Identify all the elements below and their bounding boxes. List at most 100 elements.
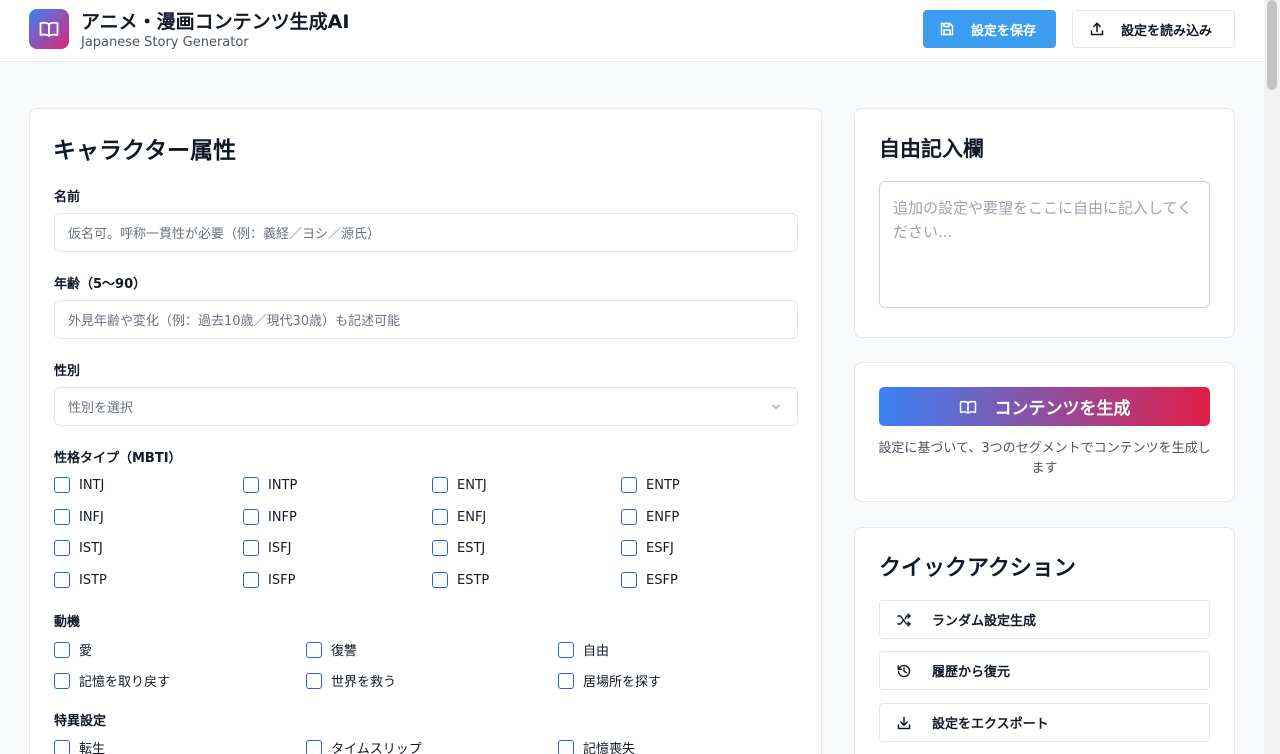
scrollbar-track[interactable] <box>1264 0 1280 754</box>
mbti-checkbox-istp[interactable]: ISTP <box>54 572 107 588</box>
mbti-option-label: ESFP <box>646 572 678 588</box>
checkbox[interactable] <box>306 672 322 689</box>
age-label: 年齢（5〜90） <box>54 277 147 292</box>
checkbox[interactable] <box>54 540 70 556</box>
restore-history-button[interactable]: 履歴から復元 <box>879 651 1210 690</box>
mbti-checkbox-enfj[interactable]: ENFJ <box>432 509 486 525</box>
checkbox[interactable] <box>243 572 259 588</box>
motive-checkbox-regain-memory[interactable]: 記憶を取り戻す <box>54 671 170 690</box>
mbti-checkbox-esfp[interactable]: ESFP <box>621 572 678 588</box>
name-label: 名前 <box>54 190 81 205</box>
mbti-option-label: ESFJ <box>646 540 674 556</box>
checkbox[interactable] <box>621 509 637 525</box>
special-option-label: タイムスリップ <box>331 742 422 754</box>
generate-content-button[interactable]: コンテンツを生成 <box>879 387 1210 426</box>
checkbox[interactable] <box>432 509 448 525</box>
checkbox[interactable] <box>243 477 259 493</box>
mbti-checkbox-isfp[interactable]: ISFP <box>243 572 295 588</box>
motive-checkbox-love[interactable]: 愛 <box>54 640 92 659</box>
motive-checkbox-freedom[interactable]: 自由 <box>558 640 609 659</box>
mbti-option-label: INFJ <box>79 509 104 525</box>
mbti-option-label: ISFJ <box>268 540 292 556</box>
special-checkbox-amnesia[interactable]: 記憶喪失 <box>558 738 635 754</box>
mbti-option-label: ENFP <box>646 509 680 525</box>
random-settings-label: ランダム設定生成 <box>932 614 1037 629</box>
checkbox[interactable] <box>54 739 70 754</box>
mbti-option-label: ENTJ <box>457 477 487 493</box>
generate-card <box>854 362 1235 502</box>
random-settings-button[interactable]: ランダム設定生成 <box>879 600 1210 639</box>
character-attributes-heading: キャラクター属性 <box>53 138 237 164</box>
save-settings-button[interactable]: 設定を保存 <box>923 10 1056 48</box>
checkbox[interactable] <box>54 641 70 658</box>
mbti-checkbox-esfj[interactable]: ESFJ <box>621 540 674 556</box>
mbti-option-label: ESTP <box>457 572 490 588</box>
mbti-label: 性格タイプ（MBTI） <box>54 451 182 466</box>
mbti-option-label: ESTJ <box>457 540 486 556</box>
checkbox[interactable] <box>432 572 448 588</box>
book-logo-icon <box>29 9 69 49</box>
checkbox[interactable] <box>621 477 637 493</box>
motive-option-label: 自由 <box>583 644 610 659</box>
mbti-checkbox-estj[interactable]: ESTJ <box>432 540 485 556</box>
motive-checkbox-save-world[interactable]: 世界を救う <box>306 671 396 690</box>
export-settings-button[interactable]: 設定をエクスポート <box>879 703 1210 742</box>
load-settings-button[interactable]: 設定を読み込み <box>1072 10 1235 48</box>
motive-checkbox-find-place[interactable]: 居場所を探す <box>558 671 661 690</box>
special-option-label: 記憶喪失 <box>583 742 636 754</box>
mbti-checkbox-intp[interactable]: INTP <box>243 477 297 493</box>
motive-option-label: 愛 <box>79 644 93 659</box>
checkbox[interactable] <box>54 572 70 588</box>
mbti-checkbox-enfp[interactable]: ENFP <box>621 509 679 525</box>
checkbox[interactable] <box>432 477 448 493</box>
motive-option-label: 記憶を取り戻す <box>79 675 171 690</box>
checkbox[interactable] <box>621 540 637 556</box>
free-text-heading: 自由記入欄 <box>879 137 984 161</box>
save-settings-label: 設定を保存 <box>971 23 1037 39</box>
free-text-area[interactable]: 追加の設定や要望をここに自由に記入してください... <box>879 181 1210 308</box>
history-icon <box>896 663 912 679</box>
special-option-label: 転生 <box>79 742 106 754</box>
app-header: アニメ・漫画コンテンツ生成AI Japanese Story Generator… <box>0 0 1264 62</box>
generate-description: 設定に基づいて、3つのセグメントでコンテンツを生成します <box>878 441 1211 476</box>
motive-option-label: 復讐 <box>331 644 358 659</box>
age-input[interactable]: 外見年齢や変化（例：過去10歳／現代30歳）も記述可能 <box>54 300 798 339</box>
scrollbar-thumb[interactable] <box>1267 0 1277 90</box>
checkbox[interactable] <box>54 672 70 689</box>
mbti-option-label: INFP <box>268 509 297 525</box>
mbti-checkbox-estp[interactable]: ESTP <box>432 572 489 588</box>
upload-icon <box>1089 21 1105 37</box>
checkbox[interactable] <box>54 477 70 493</box>
checkbox[interactable] <box>558 739 574 754</box>
special-checkbox-time-slip[interactable]: タイムスリップ <box>306 738 422 754</box>
checkbox[interactable] <box>558 641 574 658</box>
checkbox[interactable] <box>54 509 70 525</box>
checkbox[interactable] <box>558 672 574 689</box>
book-open-icon <box>959 400 977 414</box>
mbti-option-label: ISFP <box>268 572 296 588</box>
checkbox[interactable] <box>243 509 259 525</box>
mbti-option-label: ENFJ <box>457 509 487 525</box>
save-icon <box>939 21 955 37</box>
checkbox[interactable] <box>621 572 637 588</box>
gender-select[interactable]: 性別を選択 <box>54 387 798 426</box>
mbti-checkbox-infp[interactable]: INFP <box>243 509 297 525</box>
checkbox[interactable] <box>306 641 322 658</box>
checkbox[interactable] <box>306 739 322 754</box>
checkbox[interactable] <box>243 540 259 556</box>
name-input[interactable]: 仮名可。呼称一貫性が必要（例：義経／ヨシ／源氏） <box>54 213 798 252</box>
motive-option-label: 世界を救う <box>331 675 397 690</box>
mbti-checkbox-istj[interactable]: ISTJ <box>54 540 103 556</box>
mbti-checkbox-entj[interactable]: ENTJ <box>432 477 487 493</box>
character-attributes-card <box>29 108 822 754</box>
motive-option-label: 居場所を探す <box>583 675 662 690</box>
mbti-checkbox-isfj[interactable]: ISFJ <box>243 540 291 556</box>
mbti-checkbox-intj[interactable]: INTJ <box>54 477 104 493</box>
mbti-checkbox-entp[interactable]: ENTP <box>621 477 680 493</box>
special-checkbox-reincarnation[interactable]: 転生 <box>54 738 105 754</box>
mbti-checkbox-infj[interactable]: INFJ <box>54 509 104 525</box>
checkbox[interactable] <box>432 540 448 556</box>
gender-select-placeholder: 性別を選択 <box>68 401 134 416</box>
restore-history-label: 履歴から復元 <box>932 665 1011 680</box>
motive-checkbox-revenge[interactable]: 復讐 <box>306 640 357 659</box>
